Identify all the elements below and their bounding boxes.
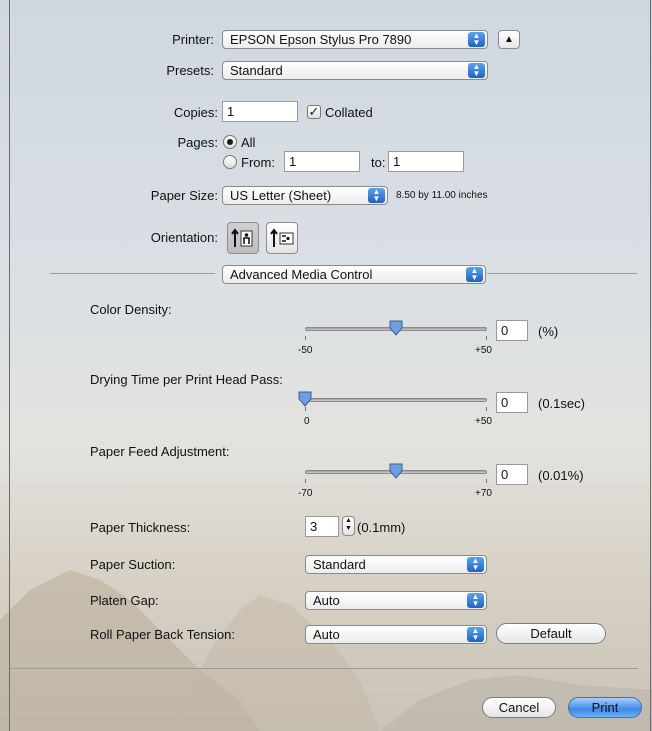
printer-value: EPSON Epson Stylus Pro 7890 (230, 32, 412, 47)
color-density-min: -50 (298, 345, 313, 356)
paper-suction-value: Standard (313, 557, 366, 572)
color-density-input[interactable]: 0 (496, 320, 528, 341)
print-button[interactable]: Print (568, 697, 642, 718)
paper-size-value: US Letter (Sheet) (230, 188, 332, 203)
color-density-unit: (%) (538, 324, 559, 339)
drying-time-slider[interactable] (305, 398, 487, 402)
pages-to-input[interactable]: 1 (388, 151, 464, 172)
color-density-label: Color Density: (90, 302, 172, 317)
platen-gap-label: Platen Gap: (90, 593, 159, 608)
paper-thickness-unit: (0.1mm) (357, 520, 406, 535)
paper-size-label: Paper Size: (150, 188, 218, 203)
drying-time-max: +50 (475, 416, 492, 427)
pages-from-radio[interactable] (223, 155, 237, 169)
paper-thickness-label: Paper Thickness: (90, 520, 191, 535)
roll-tension-popup[interactable]: Auto ▲ ▼ (305, 625, 487, 644)
pages-all-radio[interactable] (223, 135, 237, 149)
popup-arrows-icon: ▲ ▼ (468, 63, 485, 78)
expand-dialog-button[interactable]: ▲ (498, 30, 520, 49)
color-density-thumb[interactable] (389, 320, 403, 336)
stepper-arrows-icon: ▲ ▼ (345, 517, 352, 532)
paper-thickness-stepper[interactable]: ▲ ▼ (342, 516, 355, 536)
color-density-max: +50 (475, 345, 492, 356)
paper-feed-label: Paper Feed Adjustment: (90, 444, 230, 459)
cancel-button[interactable]: Cancel (482, 697, 556, 718)
popup-arrows-icon: ▲ ▼ (468, 32, 485, 47)
slider-tick (486, 336, 487, 340)
copies-input[interactable]: 1 (222, 101, 298, 122)
collated-checkbox[interactable]: ✓ (307, 105, 321, 119)
slider-tick (305, 407, 306, 411)
paper-feed-min: -70 (298, 488, 313, 499)
collated-label: Collated (325, 105, 373, 120)
popup-arrows-icon: ▲ ▼ (368, 188, 385, 203)
panel-menu-popup[interactable]: Advanced Media Control ▲ ▼ (222, 265, 486, 284)
slider-tick (305, 479, 306, 483)
platen-gap-popup[interactable]: Auto ▲ ▼ (305, 591, 487, 610)
roll-tension-value: Auto (313, 627, 340, 642)
paper-feed-input[interactable]: 0 (496, 464, 528, 485)
drying-time-input[interactable]: 0 (496, 392, 528, 413)
drying-time-thumb[interactable] (298, 391, 312, 407)
paper-thickness-input[interactable]: 3 (305, 516, 339, 537)
drying-time-min: 0 (304, 416, 310, 427)
popup-arrows-icon: ▲ ▼ (467, 627, 484, 642)
popup-arrows-icon: ▲ ▼ (467, 557, 484, 572)
printer-popup[interactable]: EPSON Epson Stylus Pro 7890 ▲ ▼ (222, 30, 488, 49)
pages-from-label: From: (241, 155, 275, 170)
portrait-orientation-icon (231, 228, 253, 247)
roll-tension-label: Roll Paper Back Tension: (90, 627, 236, 642)
footer-divider (10, 668, 638, 669)
presets-label: Presets: (166, 63, 214, 78)
paper-size-popup[interactable]: US Letter (Sheet) ▲ ▼ (222, 186, 388, 205)
panel-menu-value: Advanced Media Control (230, 267, 373, 282)
platen-gap-value: Auto (313, 593, 340, 608)
slider-tick (305, 336, 306, 340)
paper-suction-popup[interactable]: Standard ▲ ▼ (305, 555, 487, 574)
landscape-orientation-icon (270, 228, 294, 247)
orientation-portrait-button[interactable] (227, 222, 259, 254)
paper-suction-label: Paper Suction: (90, 557, 176, 572)
slider-tick (486, 407, 487, 411)
copies-label: Copies: (173, 105, 218, 120)
paper-feed-thumb[interactable] (389, 463, 403, 479)
divider-left (50, 273, 215, 274)
drying-time-unit: (0.1sec) (538, 396, 585, 411)
popup-arrows-icon: ▲ ▼ (466, 267, 483, 282)
default-button[interactable]: Default (496, 623, 606, 644)
slider-tick (486, 479, 487, 483)
paper-dimensions-text: 8.50 by 11.00 inches (396, 190, 488, 201)
pages-to-label: to: (371, 155, 386, 170)
orientation-label: Orientation: (150, 230, 218, 245)
pages-all-label: All (241, 135, 256, 150)
divider-right (487, 273, 637, 274)
printer-label: Printer: (172, 32, 214, 47)
disclosure-up-icon: ▲ (504, 34, 514, 45)
drying-time-label: Drying Time per Print Head Pass: (90, 372, 283, 387)
checkmark-icon: ✓ (308, 104, 320, 119)
presets-value: Standard (230, 63, 283, 78)
pages-label: Pages: (177, 135, 218, 150)
paper-feed-max: +70 (475, 488, 492, 499)
presets-popup[interactable]: Standard ▲ ▼ (222, 61, 488, 80)
orientation-landscape-button[interactable] (266, 222, 298, 254)
pages-from-input[interactable]: 1 (284, 151, 360, 172)
paper-feed-unit: (0.01%) (538, 468, 584, 483)
popup-arrows-icon: ▲ ▼ (467, 593, 484, 608)
